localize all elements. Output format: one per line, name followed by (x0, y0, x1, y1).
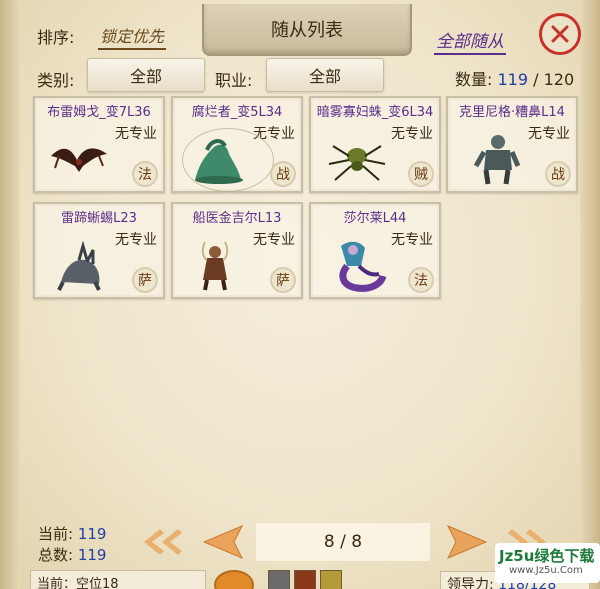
watermark-main: Jz5u绿色下载 (499, 547, 595, 565)
current-value: 119 (77, 525, 107, 543)
follower-count: 数量: 119 / 120 (455, 66, 574, 90)
next-page-icon[interactable] (444, 522, 490, 562)
follower-spec: 无专业 (115, 232, 157, 248)
slot-strip: 当前：空位18 (30, 570, 206, 589)
class-badge: 战 (545, 161, 571, 187)
profession-label: 职业: (215, 71, 253, 90)
spider-icon (328, 145, 386, 181)
page-title-tab: 随从列表 (202, 4, 412, 56)
lizard-icon (57, 240, 101, 291)
count-label: 数量: (455, 70, 493, 89)
follower-name: 腐烂者_变5L34 (191, 105, 283, 120)
current-label: 当前: (38, 525, 74, 543)
slime-rot-icon (195, 139, 243, 184)
slot-strip-text: 当前：空位18 (37, 577, 119, 589)
class-badge: 法 (408, 267, 434, 293)
follower-spec: 无专业 (528, 126, 570, 142)
total-label: 总数: (38, 546, 74, 564)
page-number: 8 / 8 (323, 532, 363, 552)
class-badge: 法 (132, 161, 158, 187)
follower-card[interactable]: 船医金吉尔L13 无专业 萨 (171, 202, 303, 299)
follower-name: 雷蹄蜥蜴L23 (61, 211, 137, 226)
follower-name: 布雷姆戈_变7L36 (47, 105, 151, 120)
first-page-icon[interactable] (138, 525, 184, 559)
category-label: 类别: (37, 71, 75, 90)
total-stat: 总数: 119 (38, 544, 106, 565)
class-badge: 萨 (270, 267, 296, 293)
category-value: 全部 (129, 67, 162, 86)
page-indicator: 8 / 8 (256, 523, 430, 561)
ogre-icon (473, 135, 521, 185)
follower-spec: 无专业 (391, 232, 433, 248)
count-max: 120 (543, 70, 575, 89)
naga-icon (339, 241, 387, 292)
ability-icon[interactable] (268, 570, 290, 589)
profession-dropdown[interactable]: 全部 (266, 58, 384, 92)
bat-wyvern-icon (51, 148, 107, 172)
follower-card[interactable]: 腐烂者_变5L34 无专业 战 (171, 96, 303, 193)
watermark-sub: www.Jz5u.Com (509, 565, 583, 576)
category-dropdown[interactable]: 全部 (87, 58, 205, 92)
follower-spec: 无专业 (391, 126, 433, 142)
follower-name: 船医金吉尔L13 (192, 211, 282, 226)
sort-label: 排序: (37, 28, 75, 47)
close-icon (551, 25, 569, 43)
follower-spec: 无专业 (115, 126, 157, 142)
count-current: 119 (497, 70, 529, 89)
current-stat: 当前: 119 (38, 523, 106, 544)
ability-icon[interactable] (294, 570, 316, 589)
class-badge: 战 (270, 161, 296, 187)
profession-value: 全部 (308, 67, 341, 86)
count-separator: / (528, 70, 544, 89)
follower-name: 莎尔莱L44 (343, 211, 407, 226)
follower-card[interactable]: 暗雾寡妇蛛_变6L34 无专业 贼 (309, 96, 441, 193)
scroll-edge-right (580, 0, 600, 589)
close-button[interactable] (539, 13, 581, 55)
scroll-edge-left (0, 0, 20, 589)
follower-card[interactable]: 布雷姆戈_变7L36 无专业 法 (33, 96, 165, 193)
ability-icon[interactable] (320, 570, 342, 589)
follower-card[interactable]: 雷蹄蜥蜴L23 无专业 萨 (33, 202, 165, 299)
follow-all-button[interactable]: 全部随从 (434, 27, 506, 55)
class-badge: 萨 (132, 267, 158, 293)
page-title: 随从列表 (271, 20, 343, 41)
leadership-label: 领导力: (447, 577, 494, 589)
sort-dropdown[interactable]: 锁定优先 (98, 23, 167, 50)
follower-card[interactable]: 克里尼格·糟鼻L14 无专业 战 (446, 96, 578, 193)
follower-card[interactable]: 莎尔莱L44 无专业 法 (309, 202, 441, 299)
total-value: 119 (77, 546, 107, 564)
follower-name: 克里尼格·糟鼻L14 (459, 105, 565, 120)
follower-spec: 无专业 (253, 232, 295, 248)
class-badge: 贼 (408, 161, 434, 187)
follower-name: 暗雾寡妇蛛_变6L34 (316, 105, 434, 120)
prev-page-icon[interactable] (200, 522, 246, 562)
watermark: Jz5u绿色下载 www.Jz5u.Com (495, 543, 600, 583)
beast-doctor-icon (201, 241, 229, 291)
